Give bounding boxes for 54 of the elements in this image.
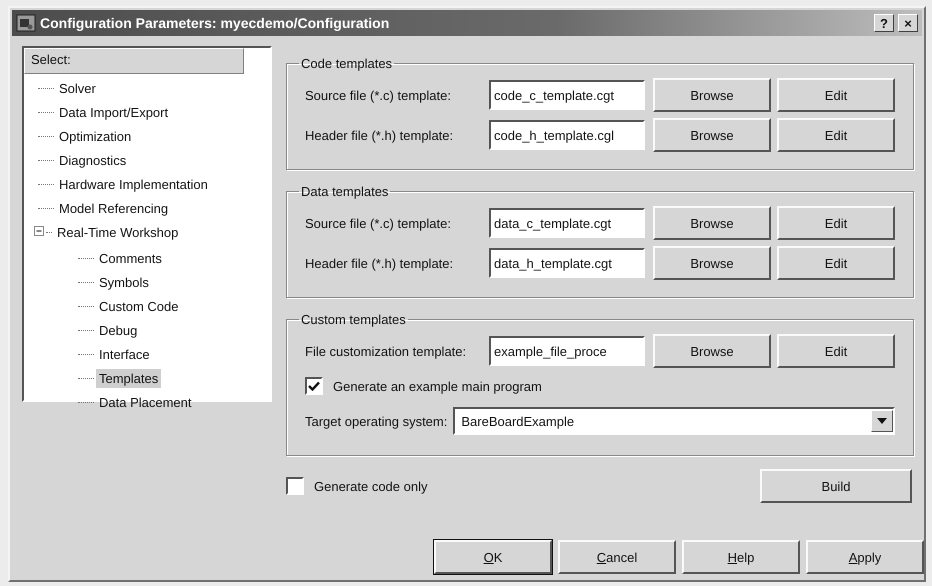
close-button[interactable]: × bbox=[898, 14, 918, 32]
checkbox-label: Generate an example main program bbox=[333, 378, 542, 394]
dialog-button[interactable]: Cancel bbox=[558, 540, 676, 574]
window-title: Configuration Parameters: myecdemo/Configuration bbox=[40, 15, 390, 31]
help-button[interactable]: ? bbox=[874, 14, 894, 32]
group-title: Data templates bbox=[300, 184, 390, 199]
field-label: Target operating system: bbox=[305, 414, 448, 428]
tree-item[interactable]: Templates bbox=[96, 368, 162, 388]
input-field[interactable]: code_h_template.cgl bbox=[489, 120, 645, 150]
checkbox[interactable] bbox=[305, 377, 323, 395]
field-label: Header file (*.h) template: bbox=[305, 256, 454, 270]
group-title: Custom templates bbox=[300, 312, 407, 327]
dialog-button[interactable]: Apply bbox=[806, 540, 924, 574]
browse-button[interactable]: Browse bbox=[653, 334, 771, 368]
input-field[interactable]: example_file_proce bbox=[489, 336, 645, 366]
edit-button[interactable]: Edit bbox=[777, 118, 895, 152]
tree-item[interactable]: Custom Code bbox=[96, 296, 182, 316]
browse-button[interactable]: Browse bbox=[653, 206, 771, 240]
tree-item[interactable]: Solver bbox=[56, 78, 99, 98]
tree-item[interactable]: Data Import/Export bbox=[56, 102, 172, 122]
app-icon bbox=[16, 14, 36, 32]
checkbox[interactable] bbox=[286, 477, 304, 495]
edit-button[interactable]: Edit bbox=[777, 78, 895, 112]
field-label: Header file (*.h) template: bbox=[305, 128, 454, 142]
browse-button[interactable]: Browse bbox=[653, 78, 771, 112]
build-button[interactable]: Build bbox=[760, 469, 912, 503]
group-title: Code templates bbox=[300, 56, 394, 71]
tree-item[interactable]: Interface bbox=[96, 344, 153, 364]
tree-item[interactable]: Model Referencing bbox=[56, 198, 172, 218]
tree-item[interactable]: Symbols bbox=[96, 272, 152, 292]
dialog-button[interactable]: Help bbox=[682, 540, 800, 574]
edit-button[interactable]: Edit bbox=[777, 246, 895, 280]
input-field[interactable]: data_h_template.cgt bbox=[489, 248, 645, 278]
field-label: Source file (*.c) template: bbox=[305, 216, 452, 230]
tree-item[interactable]: Real-Time Workshop bbox=[54, 222, 182, 242]
edit-button[interactable]: Edit bbox=[777, 334, 895, 368]
tree-item[interactable]: Optimization bbox=[56, 126, 134, 146]
tree-item[interactable]: Comments bbox=[96, 248, 165, 268]
browse-button[interactable]: Browse bbox=[653, 246, 771, 280]
tree-item[interactable]: Debug bbox=[96, 320, 140, 340]
input-field[interactable]: data_c_template.cgt bbox=[489, 208, 645, 238]
tree-item[interactable]: Diagnostics bbox=[56, 150, 130, 170]
checkbox-label: Generate code only bbox=[314, 478, 428, 494]
tree-header: Select: bbox=[24, 48, 244, 74]
collapse-icon[interactable] bbox=[34, 226, 46, 238]
field-label: File customization template: bbox=[305, 344, 468, 358]
input-field[interactable]: code_c_template.cgt bbox=[489, 80, 645, 110]
browse-button[interactable]: Browse bbox=[653, 118, 771, 152]
tree-item[interactable]: Data Placement bbox=[96, 392, 194, 412]
dialog-button[interactable]: OK bbox=[434, 540, 552, 574]
edit-button[interactable]: Edit bbox=[777, 206, 895, 240]
field-label: Source file (*.c) template: bbox=[305, 88, 452, 102]
dropdown[interactable]: BareBoardExample bbox=[453, 407, 895, 435]
tree-item[interactable]: Hardware Implementation bbox=[56, 174, 211, 194]
